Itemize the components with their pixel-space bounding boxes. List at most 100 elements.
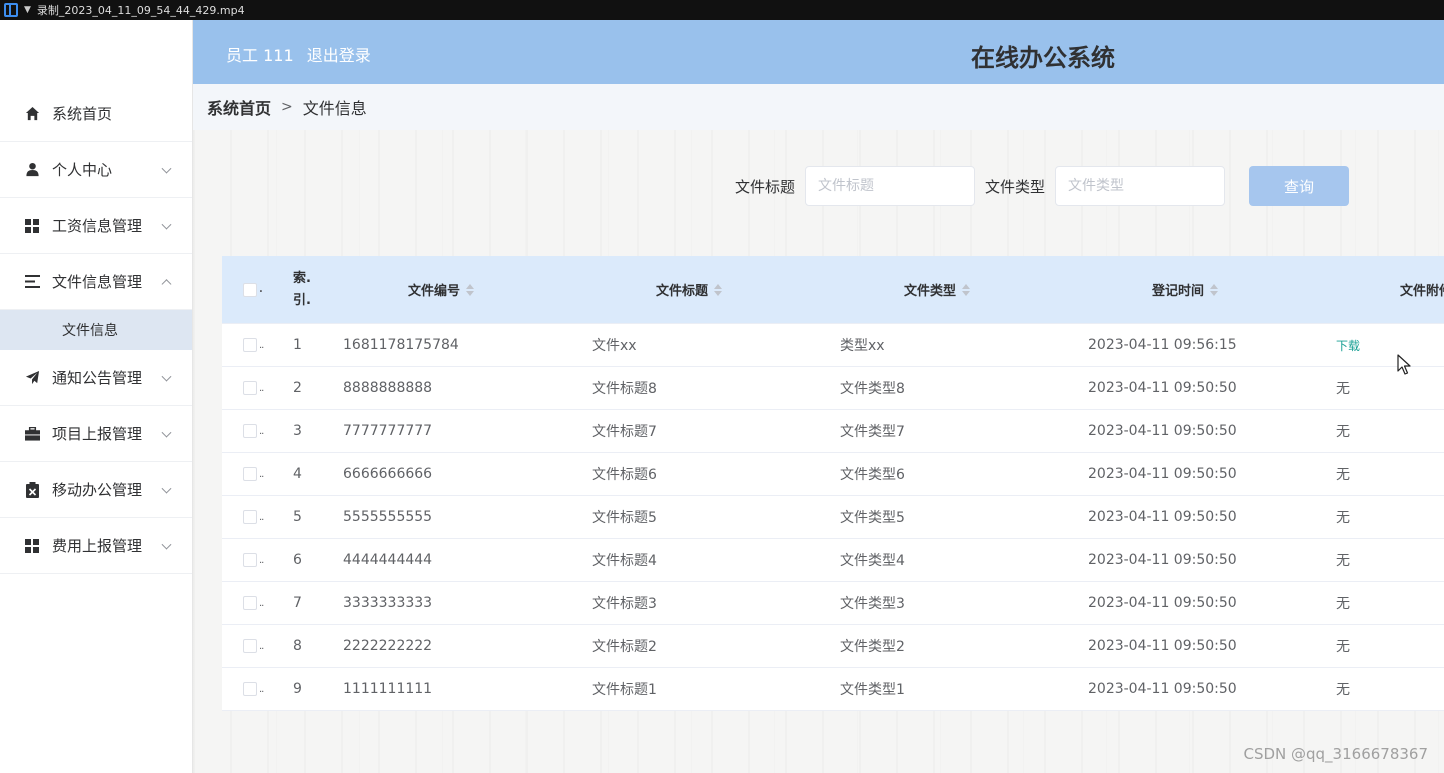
row-checkbox[interactable]	[243, 596, 257, 610]
table-row[interactable]: .. 7 3333333333 文件标题3 文件类型3 2023-04-11 0…	[222, 582, 1444, 625]
header-register-time[interactable]: 登记时间	[1152, 256, 1219, 323]
cell-index: 7	[293, 595, 302, 611]
row-checkbox[interactable]	[243, 682, 257, 696]
row-checkbox[interactable]	[243, 338, 257, 352]
chevron-down-icon	[161, 371, 172, 382]
header-index-label: 索.引.	[293, 271, 311, 308]
sort-icon[interactable]	[714, 283, 723, 296]
table-row[interactable]: .. 3 7777777777 文件标题7 文件类型7 2023-04-11 0…	[222, 410, 1444, 453]
sidebar-item-label: 工资信息管理	[52, 217, 143, 235]
cell-file-type: 文件类型3	[840, 596, 905, 612]
sidebar-menu: 系统首页 个人中心 工资信息管理 文件信息管理 文件信息 通知公告管理 项目上报…	[0, 86, 192, 574]
header-attachment-label: 文件附件	[1400, 284, 1444, 299]
cell-file-type: 文件类型2	[840, 639, 905, 655]
cell-index: 2	[293, 380, 302, 396]
table-row[interactable]: .. 5 5555555555 文件标题5 文件类型5 2023-04-11 0…	[222, 496, 1444, 539]
cell-register-time: 2023-04-11 09:50:50	[1088, 681, 1237, 697]
row-checkbox[interactable]	[243, 381, 257, 395]
logout-link[interactable]: 退出登录	[307, 46, 371, 65]
row-checkbox[interactable]	[243, 639, 257, 653]
row-checkbox[interactable]	[243, 510, 257, 524]
sidebar-item-personal-center[interactable]: 个人中心	[0, 142, 192, 198]
cell-attachment: 无	[1336, 381, 1350, 397]
grid-icon	[24, 218, 40, 234]
header-file-type[interactable]: 文件类型	[904, 256, 971, 323]
sidebar-item-file-management[interactable]: 文件信息管理	[0, 254, 192, 310]
cell-index: 4	[293, 466, 302, 482]
breadcrumb: 系统首页 > 文件信息	[193, 84, 1444, 130]
chevron-down-icon	[161, 219, 172, 230]
header-file-no-label: 文件编号	[408, 284, 461, 299]
sidebar-item-label: 系统首页	[52, 105, 113, 123]
breadcrumb-home-link[interactable]: 系统首页	[207, 95, 271, 119]
table-row[interactable]: .. 9 1111111111 文件标题1 文件类型1 2023-04-11 0…	[222, 668, 1444, 711]
user-role-label: 员工 111	[226, 46, 294, 65]
sort-icon[interactable]	[466, 283, 475, 296]
file-title-input[interactable]	[805, 166, 976, 206]
cell-file-no: 1111111111	[343, 681, 433, 697]
header-file-title[interactable]: 文件标题	[656, 256, 723, 323]
file-type-label: 文件类型	[985, 177, 1046, 196]
dropdown-caret-icon[interactable]: ▼	[24, 5, 31, 15]
cell-file-title: 文件标题1	[592, 682, 657, 698]
cell-attachment: 无	[1336, 424, 1350, 440]
sidebar-item-label: 移动办公管理	[52, 481, 143, 499]
video-filename: 录制_2023_04_11_09_54_44_429.mp4	[36, 4, 245, 17]
table-row[interactable]: .. 1 1681178175784 文件xx 类型xx 2023-04-11 …	[222, 324, 1444, 367]
cell-file-type: 文件类型4	[840, 553, 905, 569]
breadcrumb-separator: >	[281, 99, 293, 115]
grid-icon	[24, 538, 40, 554]
cell-file-type: 类型xx	[840, 338, 885, 354]
sidebar-item-salary[interactable]: 工资信息管理	[0, 198, 192, 254]
table-row[interactable]: .. 2 8888888888 文件标题8 文件类型8 2023-04-11 0…	[222, 367, 1444, 410]
sidebar-item-project[interactable]: 项目上报管理	[0, 406, 192, 462]
row-checkbox[interactable]	[243, 553, 257, 567]
sidebar-item-label: 通知公告管理	[52, 369, 143, 387]
table-row[interactable]: .. 6 4444444444 文件标题4 文件类型4 2023-04-11 0…	[222, 539, 1444, 582]
row-checkbox[interactable]	[243, 424, 257, 438]
select-all-cell: .	[243, 256, 263, 323]
sidebar-item-expense[interactable]: 费用上报管理	[0, 518, 192, 574]
sort-icon[interactable]	[962, 283, 971, 296]
file-table: . 索.引. 文件编号 文件标题 文件类型 登记时间 文件附件 .. 1 168…	[222, 256, 1444, 711]
search-form: 文件标题 文件类型 查询	[735, 166, 1350, 206]
cell-file-no: 4444444444	[343, 552, 433, 568]
sort-icon[interactable]	[1210, 283, 1219, 296]
cell-attachment: 无	[1336, 467, 1350, 483]
sidebar-item-label: 个人中心	[52, 161, 113, 179]
row-checkbox[interactable]	[243, 467, 257, 481]
search-button[interactable]: 查询	[1249, 166, 1350, 206]
chevron-down-icon	[161, 539, 172, 550]
header-file-title-label: 文件标题	[656, 284, 709, 299]
cell-file-type: 文件类型5	[840, 510, 905, 526]
chevron-down-icon	[161, 427, 172, 438]
cell-register-time: 2023-04-11 09:50:50	[1088, 638, 1237, 654]
sidebar-item-notice[interactable]: 通知公告管理	[0, 350, 192, 406]
table-row[interactable]: .. 8 2222222222 文件标题2 文件类型2 2023-04-11 0…	[222, 625, 1444, 668]
cell-file-title: 文件xx	[592, 338, 637, 354]
home-icon	[24, 106, 40, 122]
sidebar-item-mobile-office[interactable]: 移动办公管理	[0, 462, 192, 518]
cell-index: 8	[293, 638, 302, 654]
watermark: CSDN @qq_3166678367	[1243, 745, 1428, 763]
file-type-input[interactable]	[1055, 166, 1226, 206]
header-attachment: 文件附件	[1400, 256, 1444, 323]
send-icon	[24, 370, 40, 386]
cell-file-title: 文件标题3	[592, 596, 657, 612]
header-index: 索.引.	[293, 256, 315, 323]
cell-index: 6	[293, 552, 302, 568]
sidebar-subitem-file-info[interactable]: 文件信息	[0, 310, 192, 350]
select-all-checkbox[interactable]	[243, 282, 257, 297]
cell-file-no: 5555555555	[343, 509, 433, 525]
sidebar-item-label: 文件信息管理	[52, 273, 143, 291]
sidebar-item-home[interactable]: 系统首页	[0, 86, 192, 142]
cell-file-title: 文件标题4	[592, 553, 657, 569]
cell-file-no: 2222222222	[343, 638, 433, 654]
header-file-no[interactable]: 文件编号	[408, 256, 475, 323]
cell-file-type: 文件类型7	[840, 424, 905, 440]
download-link[interactable]: 下载	[1336, 337, 1360, 354]
cell-file-title: 文件标题5	[592, 510, 657, 526]
cell-index: 1	[293, 337, 302, 353]
app-title: 在线办公系统	[971, 44, 1115, 72]
table-row[interactable]: .. 4 6666666666 文件标题6 文件类型6 2023-04-11 0…	[222, 453, 1444, 496]
